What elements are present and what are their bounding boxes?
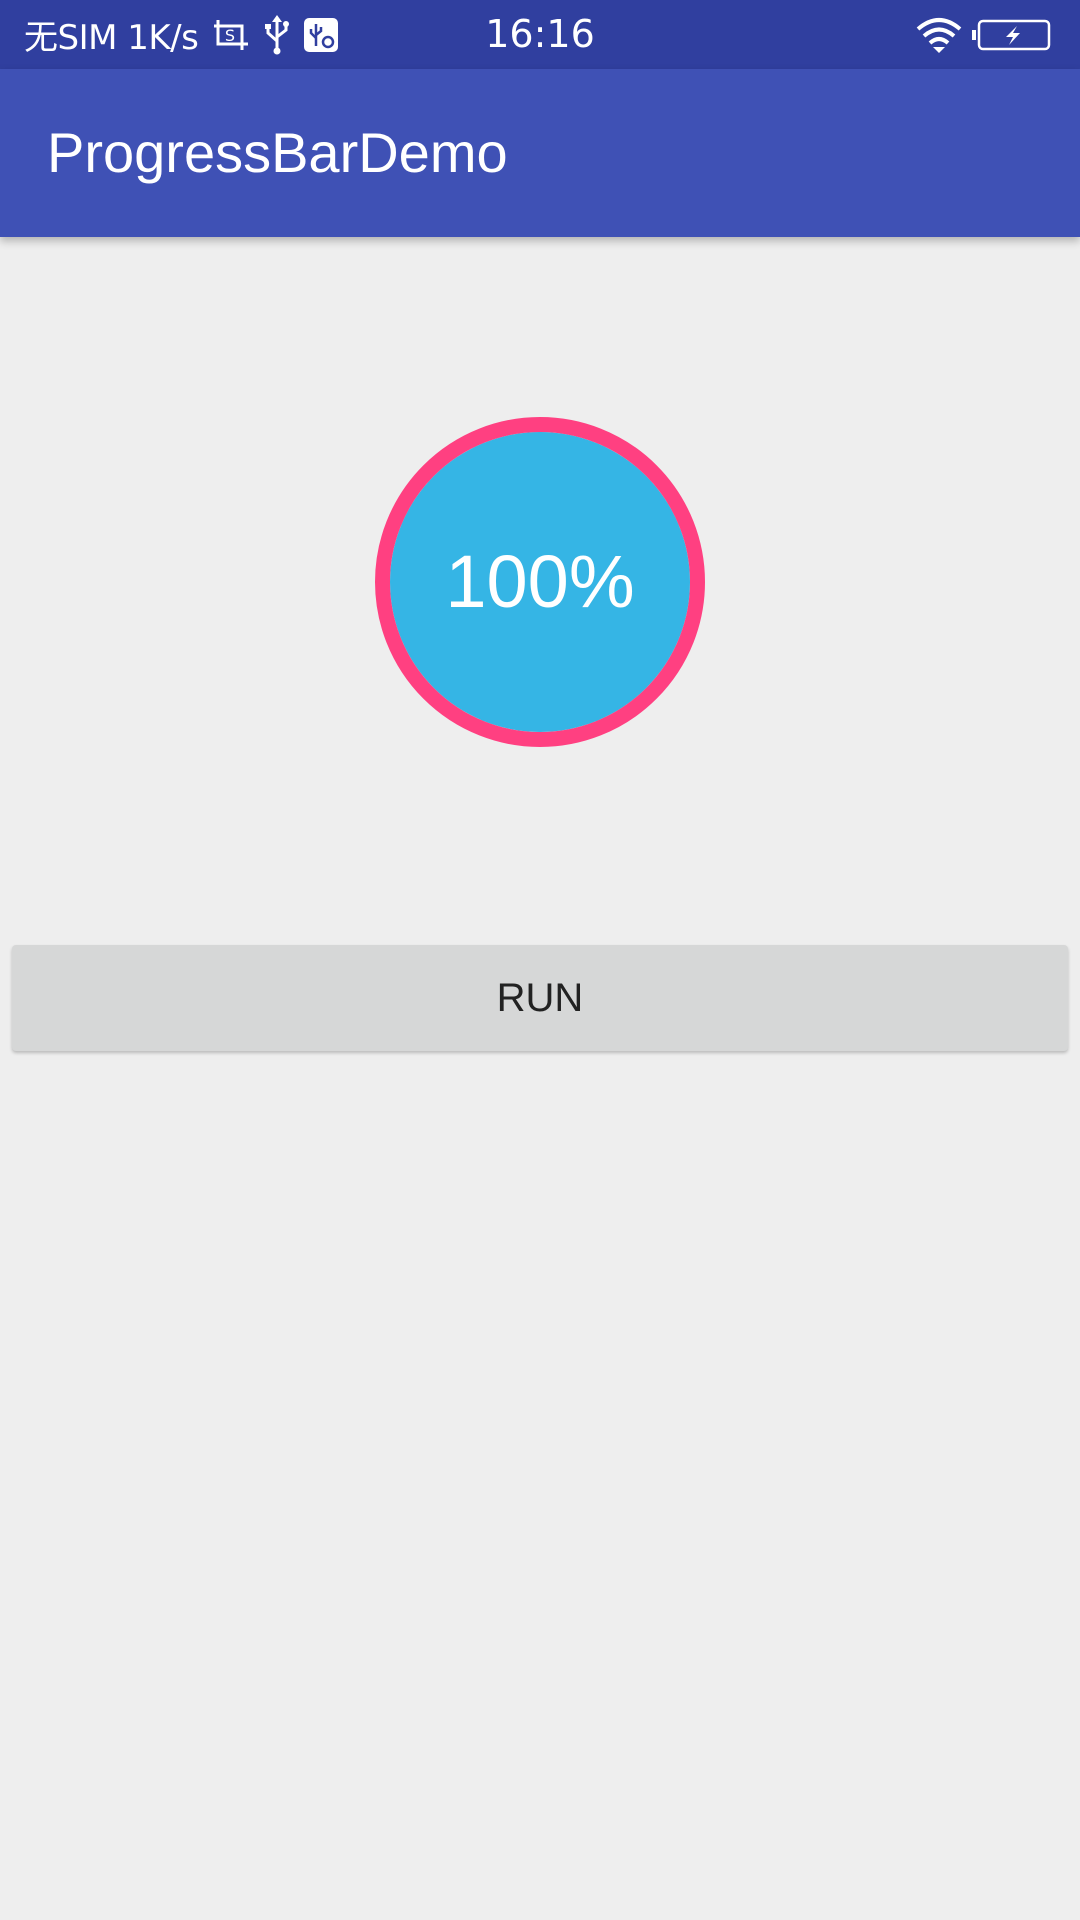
app-bar: ProgressBarDemo [0,69,1080,237]
status-bar: 无SIM 1K/s S 16:16 [0,0,1080,69]
usb-debug-icon [304,17,339,52]
status-right [916,0,1052,69]
circular-progress-indicator: 100% [375,417,705,747]
run-button[interactable]: RUN [12,945,1068,1051]
app-title: ProgressBarDemo [47,121,508,184]
status-left: 无SIM 1K/s S [24,0,339,69]
screenshot-icon: S [212,18,250,52]
progress-percentage: 100% [445,540,635,623]
battery-charging-icon [972,19,1052,51]
wifi-icon [916,17,962,53]
usb-icon [264,14,290,55]
carrier-label: 无SIM 1K/s [24,18,199,58]
svg-text:S: S [225,26,235,45]
